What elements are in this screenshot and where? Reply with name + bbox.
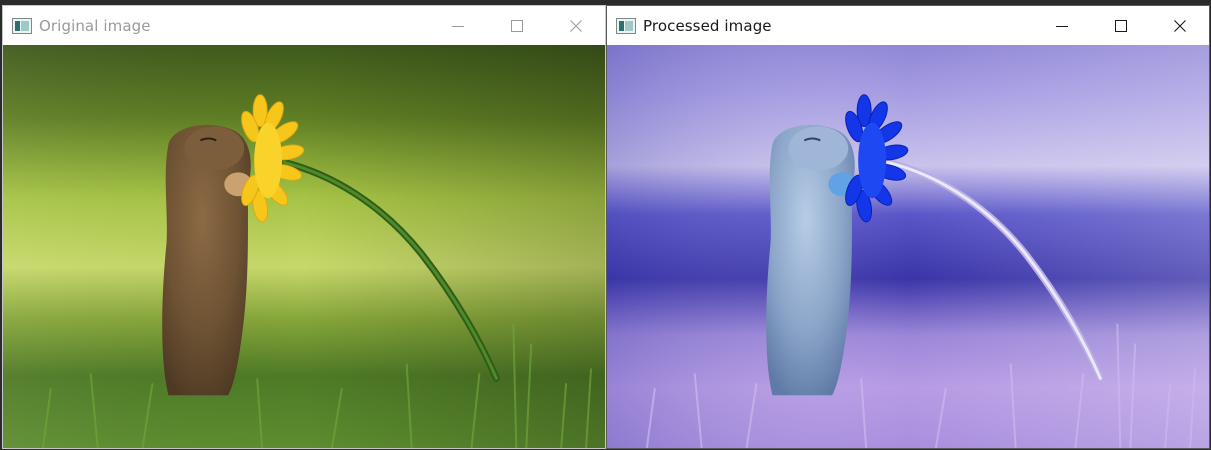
- processed-image-window[interactable]: Processed image: [606, 5, 1210, 449]
- close-icon: [569, 19, 582, 32]
- window-titlebar[interactable]: Processed image: [607, 6, 1209, 45]
- minimize-button[interactable]: [428, 6, 487, 45]
- original-image-window[interactable]: Original image: [2, 5, 606, 449]
- close-button[interactable]: [546, 6, 605, 45]
- window-titlebar[interactable]: Original image: [3, 6, 605, 45]
- close-button[interactable]: [1150, 6, 1209, 45]
- maximize-button[interactable]: [487, 6, 546, 45]
- minimize-icon: [451, 25, 464, 27]
- close-icon: [1173, 19, 1186, 32]
- processed-photo: [607, 45, 1209, 448]
- maximize-icon: [510, 19, 523, 32]
- app-icon: [616, 17, 636, 34]
- minimize-icon: [1055, 25, 1068, 27]
- original-image: [3, 45, 605, 448]
- minimize-button[interactable]: [1032, 6, 1091, 45]
- processed-image: [607, 45, 1209, 448]
- maximize-button[interactable]: [1091, 6, 1150, 45]
- original-photo: [3, 45, 605, 448]
- maximize-icon: [1114, 19, 1127, 32]
- app-icon: [12, 17, 32, 34]
- window-title: Original image: [39, 16, 151, 35]
- window-title: Processed image: [643, 16, 772, 35]
